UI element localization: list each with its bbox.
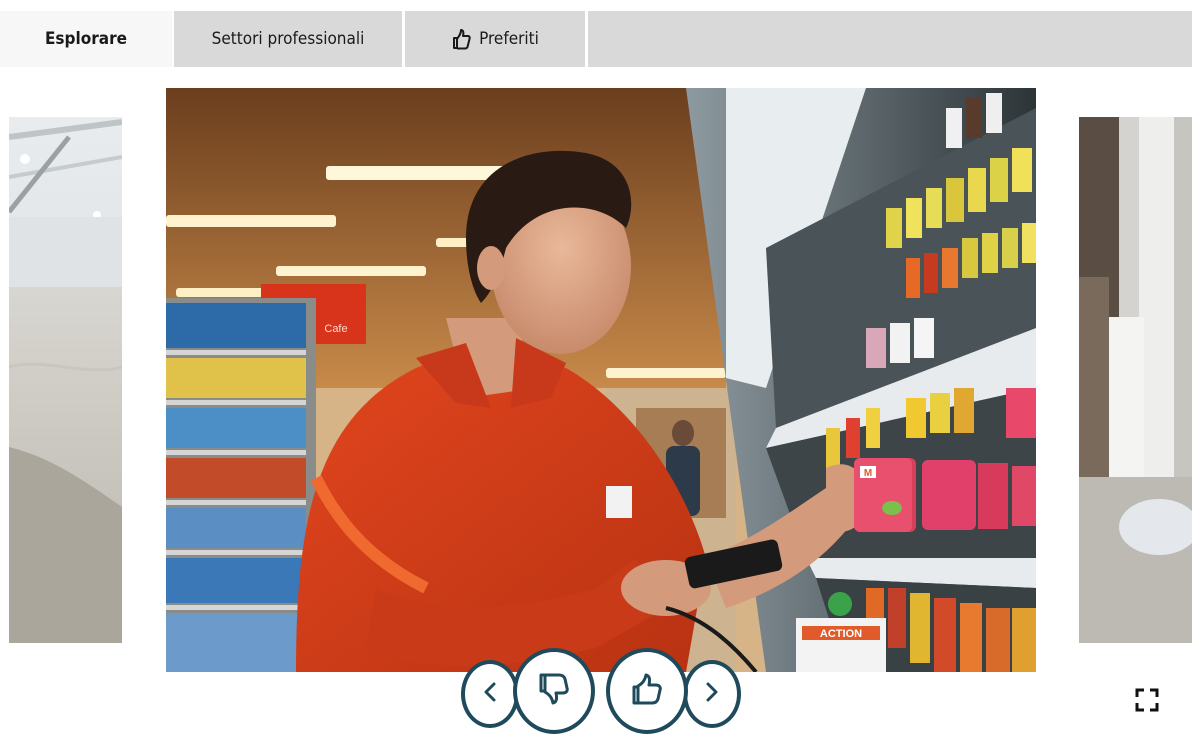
shelf-sign-label: Cafe [324,323,347,335]
product-logo: M [864,468,872,479]
thumbs-down-icon [539,672,569,711]
previous-slide-image [9,117,122,643]
tab-settori-professionali[interactable]: Settori professionali [174,11,402,67]
fullscreen-button[interactable] [1133,686,1161,714]
tab-preferiti[interactable]: Preferiti [405,11,585,67]
slide-current[interactable]: ACTION M Cafe [166,88,1036,672]
tab-label: Settori professionali [211,29,365,49]
fullscreen-icon [1133,688,1161,718]
tab-label: Preferiti [479,29,539,49]
chevron-left-icon [482,681,498,708]
like-button[interactable] [606,648,688,734]
previous-button[interactable] [461,660,519,728]
main-slide-image: ACTION M Cafe [166,88,1036,672]
slide-next[interactable] [1079,117,1192,643]
tab-label: Esplorare [44,29,128,49]
tab-bar-fill [588,11,1192,67]
tab-bar: Esplorare Settori professionali Preferit… [0,11,1192,67]
dislike-button[interactable] [513,648,595,734]
next-button[interactable] [683,660,741,728]
thumbs-up-icon [451,28,471,50]
chevron-right-icon [704,681,720,708]
next-slide-image [1079,117,1192,643]
tab-esplorare[interactable]: Esplorare [0,11,172,67]
action-sign-label: ACTION [820,628,862,640]
thumbs-up-icon [632,672,662,711]
slide-previous[interactable] [9,117,122,643]
